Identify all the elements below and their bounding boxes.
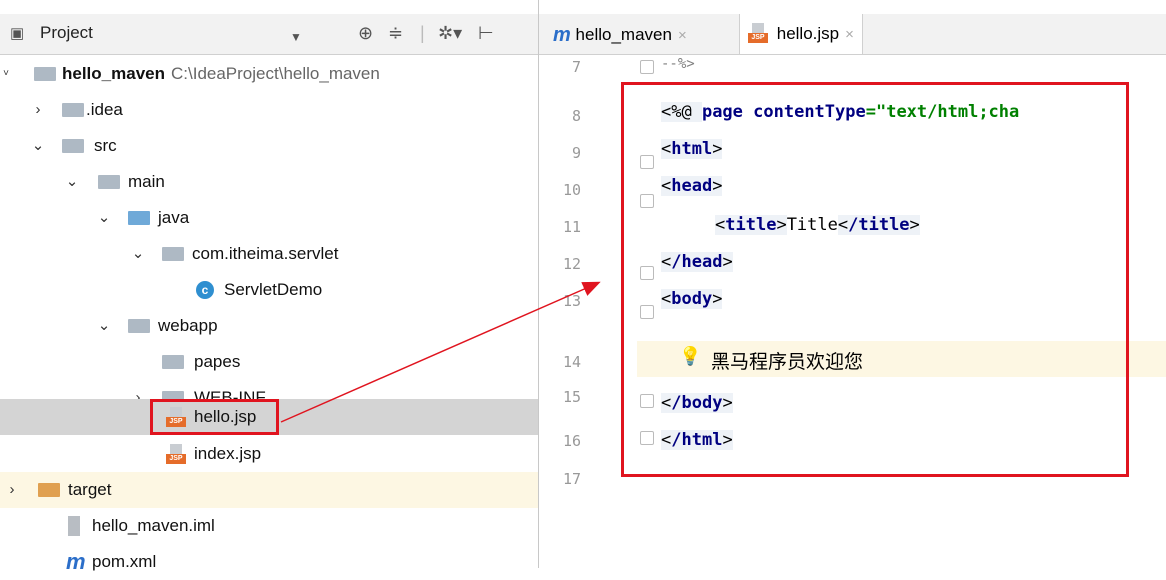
- annotation-arrow: [280, 281, 601, 423]
